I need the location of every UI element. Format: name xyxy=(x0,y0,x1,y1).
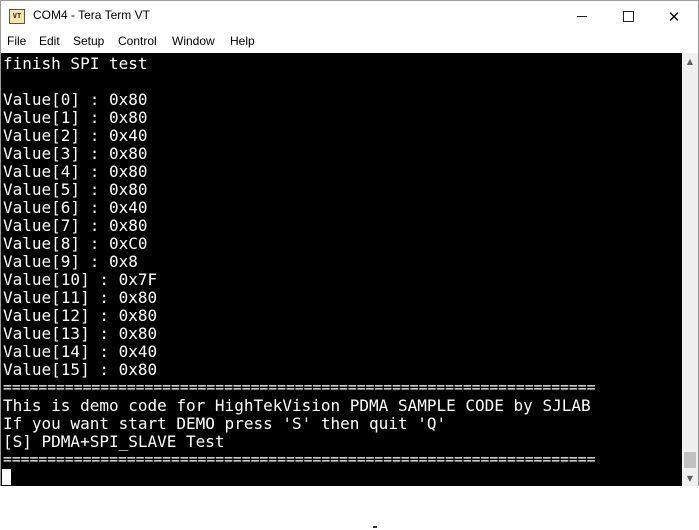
terminal-line: Value[7] : 0x80 xyxy=(3,216,148,235)
menu-edit[interactable]: Edit xyxy=(39,34,60,48)
terminal-separator: ========================================… xyxy=(3,451,596,468)
terminal-line: Value[13] : 0x80 xyxy=(3,324,158,343)
tera-term-app-icon[interactable]: VT xyxy=(9,9,25,24)
terminal-line: Value[12] : 0x80 xyxy=(3,306,158,325)
terminal-line: If you want start DEMO press 'S' then qu… xyxy=(3,414,447,433)
minimize-button[interactable] xyxy=(559,1,605,32)
terminal-line: Value[2] : 0x40 xyxy=(3,126,148,145)
terminal-line: Value[5] : 0x80 xyxy=(3,180,148,199)
terminal-line: Value[15] : 0x80 xyxy=(3,360,158,379)
scroll-thumb[interactable] xyxy=(684,452,696,468)
terminal-screen[interactable]: finish SPI test Value[0] : 0x80 Value[1]… xyxy=(1,53,682,486)
vertical-scrollbar[interactable]: ▲ ▼ xyxy=(682,53,698,486)
terminal-line: Value[6] : 0x40 xyxy=(3,198,148,217)
menu-control[interactable]: Control xyxy=(118,34,157,48)
menu-bar: File Edit Setup Control Window Help xyxy=(1,32,698,52)
minimize-icon xyxy=(577,16,587,17)
terminal-separator: ========================================… xyxy=(3,379,596,396)
menu-help[interactable]: Help xyxy=(230,34,255,48)
menu-setup[interactable]: Setup xyxy=(73,34,104,48)
scroll-up-arrow-icon[interactable]: ▲ xyxy=(682,53,698,69)
terminal-line: Value[11] : 0x80 xyxy=(3,288,158,307)
maximize-button[interactable] xyxy=(605,1,651,32)
window-title: COM4 - Tera Term VT xyxy=(33,8,150,22)
terminal-line: Value[1] : 0x80 xyxy=(3,108,148,127)
title-bar[interactable]: VT COM4 - Tera Term VT ✕ xyxy=(1,1,698,32)
terminal-line: Value[0] : 0x80 xyxy=(3,90,148,109)
desktop-mark xyxy=(373,526,377,528)
terminal-line: Value[4] : 0x80 xyxy=(3,162,148,181)
terminal-line: Value[8] : 0xC0 xyxy=(3,234,148,253)
menu-file[interactable]: File xyxy=(7,34,26,48)
menu-window[interactable]: Window xyxy=(172,34,215,48)
terminal-line: finish SPI test xyxy=(3,54,148,73)
maximize-icon xyxy=(622,11,634,22)
terminal-line: This is demo code for HighTekVision PDMA… xyxy=(3,396,591,415)
close-button[interactable]: ✕ xyxy=(651,1,697,32)
scroll-down-arrow-icon[interactable]: ▼ xyxy=(682,470,698,486)
close-icon: ✕ xyxy=(667,7,681,26)
terminal-line: [S] PDMA+SPI_SLAVE Test xyxy=(3,432,225,451)
terminal-line: Value[14] : 0x40 xyxy=(3,342,158,361)
terminal-line: Value[9] : 0x8 xyxy=(3,252,138,271)
tera-term-window: VT COM4 - Tera Term VT ✕ File Edit Setup… xyxy=(0,0,699,486)
text-cursor xyxy=(2,469,11,485)
terminal-line: Value[10] : 0x7F xyxy=(3,270,158,289)
terminal-line: Value[3] : 0x80 xyxy=(3,144,148,163)
